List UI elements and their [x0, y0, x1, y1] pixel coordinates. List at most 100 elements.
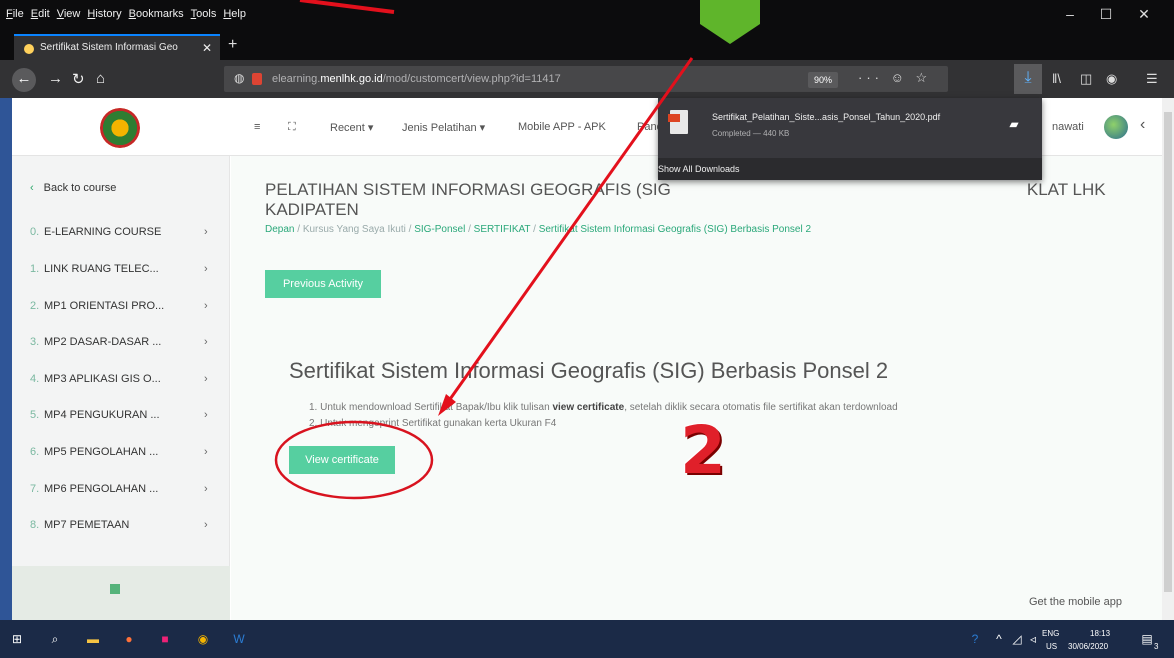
breadcrumb-current[interactable]: Sertifikat Sistem Informasi Geografis (S… — [539, 224, 811, 235]
block-icon[interactable] — [110, 584, 120, 594]
reload-icon[interactable]: ↻ — [72, 70, 85, 88]
sidebar-item-2[interactable]: 2. MP1 ORIENTASI PRO... › — [30, 300, 226, 320]
tab-title: Sertifikat Sistem Informasi Geo — [40, 42, 178, 53]
page-actions[interactable]: ··· ☺ ☆ — [858, 70, 931, 86]
item-label: MP1 ORIENTASI PRO... — [44, 300, 165, 312]
url-bar[interactable]: ◍ elearning.menlhk.go.id/mod/customcert/… — [224, 66, 948, 92]
sidebar-item-3[interactable]: 3. MP2 DASAR-DASAR ... › — [30, 336, 226, 356]
download-file-name[interactable]: Sertifikat_Pelatihan_Siste...asis_Ponsel… — [712, 112, 940, 122]
breadcrumb-sep: / — [465, 224, 474, 235]
sidebar-icon[interactable]: ◫ — [1080, 71, 1092, 87]
course-title: PELATIHAN SISTEM INFORMASI GEOGRAFIS (SI… — [265, 180, 1155, 220]
item-number: 3. — [30, 336, 40, 348]
sidebar-item-1[interactable]: 1. LINK RUANG TELEC... › — [30, 263, 226, 283]
nav-mobile-app[interactable]: Mobile APP - APK — [518, 121, 606, 133]
insecure-lock-icon[interactable] — [252, 73, 262, 85]
maximize-icon[interactable]: ☐ — [1096, 6, 1116, 24]
show-all-downloads-button[interactable]: Show All Downloads — [658, 158, 1042, 180]
site-logo[interactable] — [100, 108, 140, 148]
sidebar-item-7[interactable]: 7. MP6 PENGOLAHAN ... › — [30, 483, 226, 503]
sidebar-item-4[interactable]: 4. MP3 APLIKASI GIS O... › — [30, 373, 226, 393]
user-name[interactable]: nawati — [1052, 121, 1084, 133]
avatar[interactable] — [1104, 115, 1128, 139]
close-window-icon[interactable]: ✕ — [1134, 6, 1154, 24]
url-prefix: elearning. — [272, 73, 321, 85]
sidebar-item-0[interactable]: 0. E-LEARNING COURSE › — [30, 226, 226, 246]
fullscreen-icon[interactable]: ⛶ — [288, 121, 296, 134]
item-number: 8. — [30, 519, 40, 531]
shield-icon[interactable]: ◍ — [234, 71, 244, 85]
home-icon[interactable]: ⌂ — [96, 70, 105, 87]
page-scrollbar[interactable] — [1162, 98, 1174, 620]
new-tab-button[interactable]: + — [228, 36, 237, 54]
item-label: LINK RUANG TELEC... — [44, 263, 159, 275]
sidebar-item-6[interactable]: 6. MP5 PENGOLAHAN ... › — [30, 446, 226, 466]
tab-active[interactable]: Sertifikat Sistem Informasi Geo ✕ — [14, 34, 220, 60]
menu-bookmarks[interactable]: Bookmarks — [129, 8, 184, 20]
hamburger-menu-icon[interactable]: ☰ — [1146, 71, 1158, 87]
tab-close-icon[interactable]: ✕ — [202, 41, 212, 55]
instruction-1: 1. Untuk mendownload Sertifikat Bapak/Ib… — [309, 402, 898, 413]
sidebar-footer — [12, 566, 230, 620]
course-title-line2: KADIPATEN — [265, 200, 359, 219]
item-label: MP2 DASAR-DASAR ... — [44, 336, 162, 348]
windows-taskbar: ⊞ ⌕ ▬ ● ■ ◉ W ? ^ ◿ ◃ ENG US 18:13 30/06… — [0, 620, 1174, 658]
breadcrumb-course[interactable]: SIG-Ponsel — [414, 224, 465, 235]
tray-chevron-icon[interactable]: ^ — [990, 630, 1008, 648]
step-number: 2 — [680, 412, 726, 489]
search-icon[interactable]: ⌕ — [46, 630, 64, 648]
breadcrumb-sep: / — [530, 224, 539, 235]
downloads-arrow-icon[interactable]: ⤓ — [1014, 64, 1042, 94]
nav-recent[interactable]: Recent ▾ — [330, 121, 373, 134]
help-icon[interactable]: ? — [966, 630, 984, 648]
item-number: 6. — [30, 446, 40, 458]
clock-time[interactable]: 18:13 — [1090, 629, 1110, 638]
chevron-right-icon: › — [204, 483, 208, 495]
menu-edit[interactable]: Edit — [31, 8, 50, 20]
menu-file[interactable]: File — [6, 8, 24, 20]
open-folder-icon[interactable]: ▰ — [1000, 110, 1028, 138]
main-content: PELATIHAN SISTEM INFORMASI GEOGRAFIS (SI… — [231, 156, 1174, 620]
file-explorer-icon[interactable]: ▬ — [84, 630, 102, 648]
minimize-icon[interactable]: – — [1060, 6, 1080, 24]
account-icon[interactable]: ◉ — [1106, 71, 1117, 87]
scrollbar-thumb[interactable] — [1164, 112, 1172, 592]
menu-tools[interactable]: Tools — [191, 8, 217, 20]
menu-history[interactable]: History — [87, 8, 121, 20]
instruction-1-text: 1. Untuk mendownload Sertifikat Bapak/Ib… — [309, 402, 553, 413]
nav-toggle-icon[interactable]: ≡ — [254, 121, 260, 133]
breadcrumb-home[interactable]: Depan — [265, 224, 294, 235]
windows-start-icon[interactable]: ⊞ — [8, 630, 26, 648]
chevron-left-icon: ‹ — [30, 182, 34, 194]
menu-items: File Edit View History Bookmarks Tools H… — [6, 8, 246, 20]
back-arrow-icon[interactable]: ← — [12, 68, 36, 92]
forward-arrow-icon[interactable]: → — [48, 70, 63, 87]
chrome-icon[interactable]: ◉ — [194, 630, 212, 648]
item-number: 4. — [30, 373, 40, 385]
menu-help[interactable]: Help — [223, 8, 246, 20]
breadcrumb-section[interactable]: SERTIFIKAT — [474, 224, 531, 235]
item-label: E-LEARNING COURSE — [44, 226, 162, 238]
item-label: MP6 PENGOLAHAN ... — [44, 483, 159, 495]
word-icon[interactable]: W — [230, 630, 248, 648]
back-to-course-link[interactable]: ‹ Back to course — [30, 182, 116, 194]
sidebar-item-8[interactable]: 8. MP7 PEMETAAN › — [30, 519, 226, 539]
previous-activity-button[interactable]: Previous Activity — [265, 270, 381, 298]
certificate-heading: Sertifikat Sistem Informasi Geografis (S… — [289, 358, 889, 383]
firefox-icon[interactable]: ● — [120, 630, 138, 648]
zoom-level[interactable]: 90% — [808, 72, 838, 88]
sidebar-item-5[interactable]: 5. MP4 PENGUKURAN ... › — [30, 409, 226, 429]
clock-date: 30/06/2020 — [1068, 642, 1109, 651]
volume-icon[interactable]: ◃ — [1024, 630, 1042, 648]
nav-jenis-pelatihan[interactable]: Jenis Pelatihan ▾ — [402, 121, 485, 134]
lang[interactable]: ENG — [1042, 629, 1059, 638]
view-certificate-button[interactable]: View certificate — [289, 446, 395, 474]
app-icon[interactable]: ■ — [156, 630, 174, 648]
item-number: 0. — [30, 226, 40, 238]
get-mobile-app-link[interactable]: Get the mobile app — [1029, 596, 1122, 608]
library-icon[interactable]: ‖\ — [1052, 71, 1061, 86]
chevron-left-icon[interactable]: ‹ — [1140, 116, 1145, 134]
menu-view[interactable]: View — [57, 8, 81, 20]
item-label: MP4 PENGUKURAN ... — [44, 409, 160, 421]
item-number: 7. — [30, 483, 40, 495]
